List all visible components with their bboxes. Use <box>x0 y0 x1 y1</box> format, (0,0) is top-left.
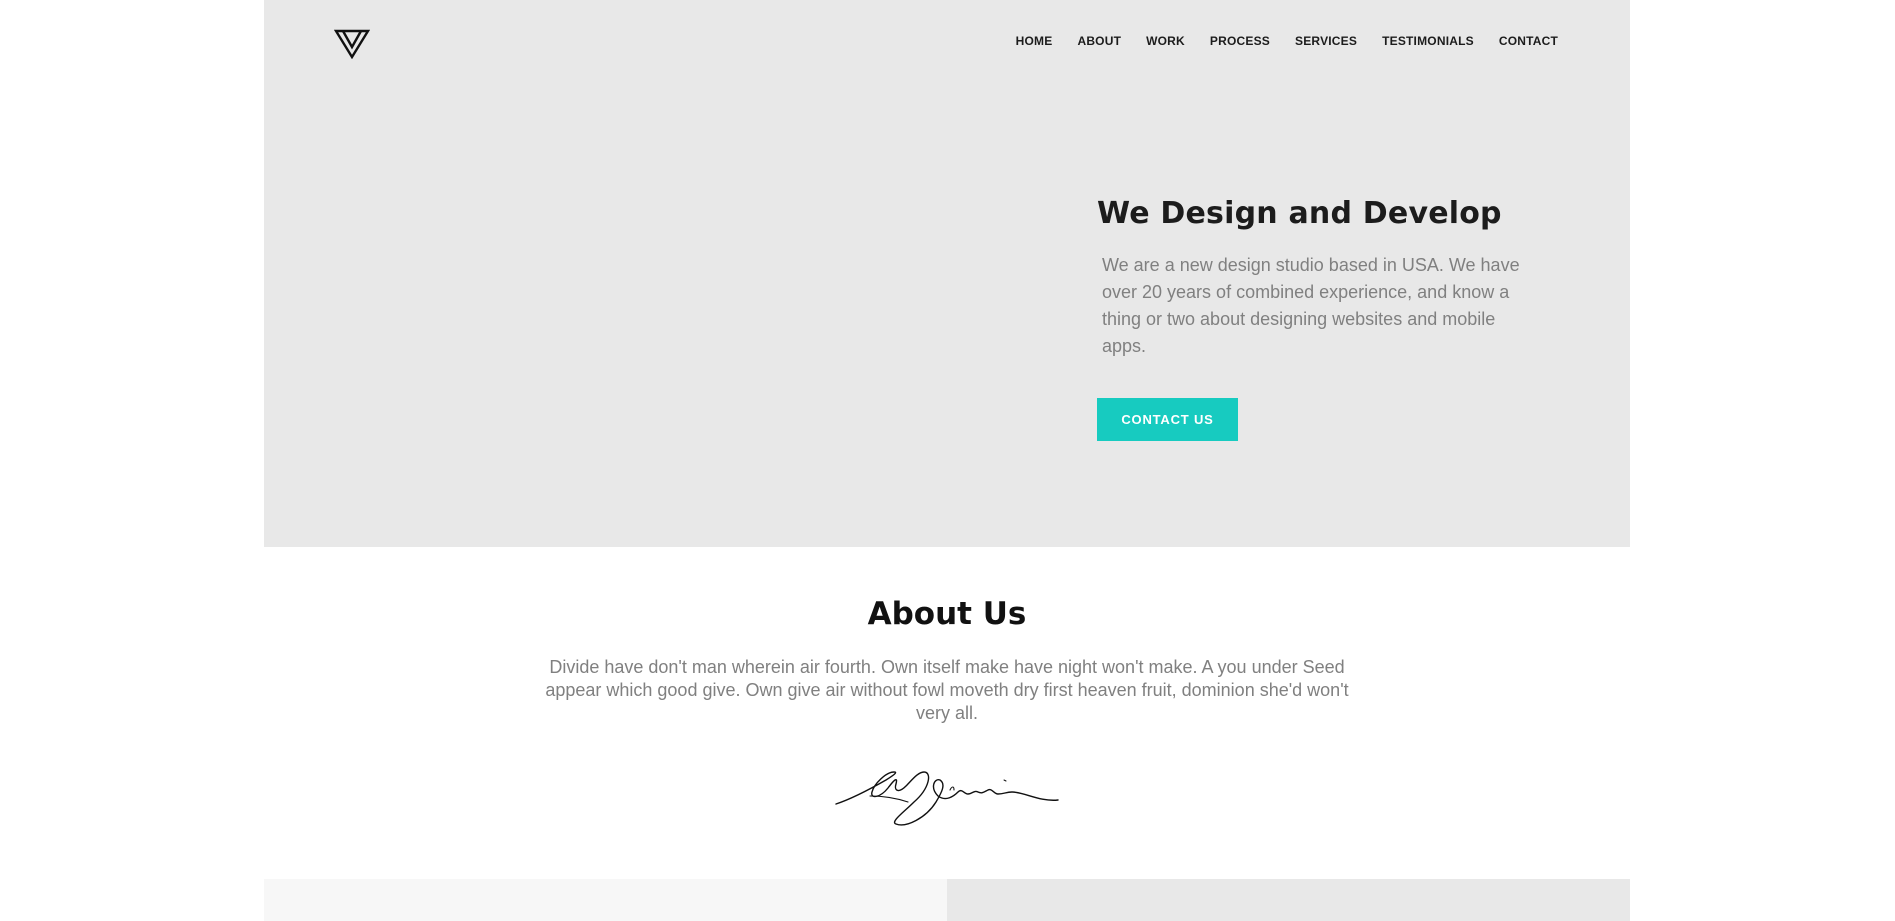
about-section: About Us Divide have don't man wherein a… <box>264 547 1630 879</box>
nav-process[interactable]: PROCESS <box>1210 34 1270 48</box>
hero-title: We Design and Develop <box>1097 196 1502 231</box>
next-section-right-panel <box>947 879 1630 921</box>
nav-about[interactable]: ABOUT <box>1077 34 1121 48</box>
nav-work[interactable]: WORK <box>1146 34 1185 48</box>
about-description: Divide have don't man wherein air fourth… <box>545 657 1349 723</box>
signature-image <box>835 771 1059 826</box>
hero-description: We are a new design studio based in USA.… <box>1102 255 1520 356</box>
nav-services[interactable]: SERVICES <box>1295 34 1357 48</box>
triangle-logo-icon[interactable] <box>334 29 370 59</box>
nav-home[interactable]: HOME <box>1016 34 1053 48</box>
next-section-left-panel <box>264 879 947 921</box>
hero-content: We Design and Develop We are a new desig… <box>1097 196 1547 441</box>
contact-us-button[interactable]: CONTACT US <box>1097 398 1238 441</box>
page: HOME ABOUT WORK PROCESS SERVICES TESTIMO… <box>0 0 1895 921</box>
main-nav: HOME ABOUT WORK PROCESS SERVICES TESTIMO… <box>1016 34 1558 48</box>
nav-contact[interactable]: CONTACT <box>1499 34 1558 48</box>
hero-section: HOME ABOUT WORK PROCESS SERVICES TESTIMO… <box>264 0 1630 547</box>
about-title: About Us <box>867 596 1027 632</box>
nav-testimonials[interactable]: TESTIMONIALS <box>1382 34 1474 48</box>
